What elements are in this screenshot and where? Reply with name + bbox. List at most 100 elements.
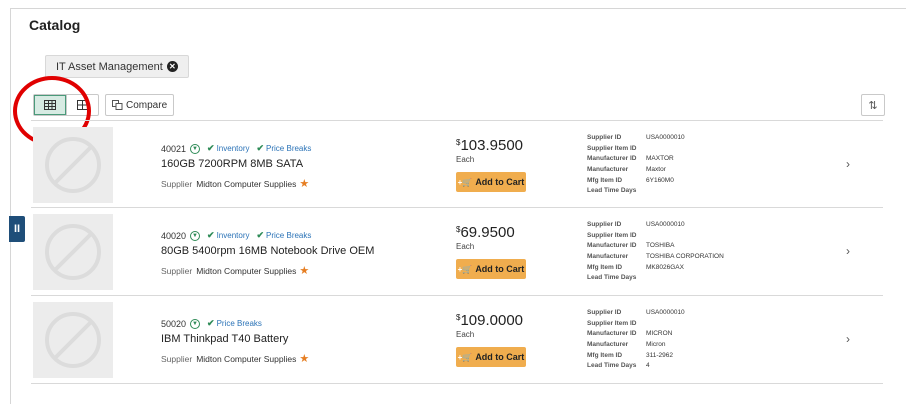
- spec-label: Lead Time Days: [587, 274, 637, 282]
- no-image-placeholder-icon: [33, 127, 113, 203]
- tag-price-breaks[interactable]: ✔ Price Breaks: [256, 230, 311, 241]
- spec-value: USA0000010: [646, 221, 685, 228]
- item-id: 50020: [161, 318, 187, 329]
- check-icon: ✔: [256, 230, 265, 240]
- spec-label: Manufacturer: [587, 253, 629, 261]
- add-to-cart-button[interactable]: +🛒 Add to Cart: [456, 172, 526, 192]
- spec-value: 4: [646, 362, 650, 370]
- spec-label: Supplier Item ID: [587, 144, 637, 152]
- item-description[interactable]: 80GB 5400rpm 16MB Notebook Drive OEM: [161, 245, 374, 257]
- catalog-item-list: 40021 ▼ ✔ Inventory ✔ Price Breaks 160GB 7…: [31, 120, 883, 384]
- currency-symbol: $: [456, 313, 461, 322]
- check-icon: ✔: [207, 318, 215, 328]
- price-amount: 69.9500: [460, 224, 515, 241]
- compare-button[interactable]: Compare: [105, 94, 175, 116]
- tag-inventory[interactable]: ✔ Inventory: [207, 230, 249, 241]
- page-title: Catalog: [29, 17, 81, 33]
- spec-value: MAXTOR: [646, 155, 674, 163]
- content-frame-top: [10, 8, 906, 9]
- spec-label: Supplier ID: [587, 134, 622, 141]
- list-item[interactable]: 40021 ▼ ✔ Inventory ✔ Price Breaks 160GB 7…: [31, 120, 883, 208]
- tag-label: Price Breaks: [266, 144, 312, 153]
- supplier-name: Midton Computer Supplies: [196, 179, 297, 189]
- preferred-star-icon: ★: [299, 178, 310, 190]
- item-price: $109.0000: [456, 312, 523, 330]
- spec-label: Manufacturer: [587, 166, 629, 174]
- price-amount: 103.9500: [460, 137, 524, 154]
- sort-icon: ⇅: [868, 99, 878, 112]
- item-description[interactable]: 160GB 7200RPM 8MB SATA: [161, 158, 303, 170]
- spec-value: 311-2962: [646, 351, 673, 359]
- item-id: 40021: [161, 143, 187, 154]
- price-amount: 109.0000: [460, 312, 524, 329]
- tag-price-breaks[interactable]: ✔ Price Breaks: [207, 318, 262, 329]
- item-specs: Supplier ID USA0000010 Supplier Item ID M…: [587, 133, 685, 197]
- content-frame-left: [10, 8, 11, 404]
- item-header: 40020 ▼ ✔ Inventory ✔ Price Breaks: [161, 230, 311, 241]
- unit-of-measure: Each: [456, 330, 475, 339]
- unit-of-measure: Each: [456, 155, 475, 164]
- supplier-label: Supplier: [161, 179, 193, 189]
- spec-label: Lead Time Days: [587, 362, 637, 370]
- chevron-right-icon[interactable]: ›: [846, 244, 850, 258]
- spec-value: TOSHIBA: [646, 242, 675, 250]
- expand-chevron-icon[interactable]: ▼: [190, 230, 201, 241]
- add-to-cart-label: Add to Cart: [475, 264, 525, 274]
- tag-label: Price Breaks: [266, 231, 312, 240]
- spec-label: Lead Time Days: [587, 187, 637, 195]
- filter-chip-it-asset-management[interactable]: IT Asset Management ✕: [45, 55, 189, 78]
- preferred-star-icon: ★: [299, 353, 310, 365]
- list-item[interactable]: 50020 ▼ ✔ Price Breaks IBM Thinkpad T40 B…: [31, 296, 883, 384]
- currency-symbol: $: [456, 138, 461, 147]
- expand-chevron-icon[interactable]: ▼: [190, 143, 201, 154]
- no-image-placeholder-icon: [33, 214, 113, 290]
- item-specs: Supplier ID USA0000010 Supplier Item ID M…: [587, 220, 724, 284]
- spec-value: Maxtor: [646, 166, 666, 174]
- add-to-cart-button[interactable]: +🛒 Add to Cart: [456, 347, 526, 367]
- item-supplier: Supplier Midton Computer Supplies ★: [161, 177, 309, 190]
- expand-chevron-icon[interactable]: ▼: [190, 318, 201, 329]
- spec-value: MK8026GAX: [646, 263, 684, 271]
- item-specs: Supplier ID USA0000010 Supplier Item ID M…: [587, 308, 685, 372]
- item-price: $103.9500: [456, 137, 523, 155]
- list-item[interactable]: 40020 ▼ ✔ Inventory ✔ Price Breaks 80GB 54…: [31, 208, 883, 296]
- item-supplier: Supplier Midton Computer Supplies ★: [161, 352, 309, 365]
- spec-label: Manufacturer: [587, 341, 629, 349]
- cart-icon: +🛒: [457, 352, 473, 362]
- add-to-cart-label: Add to Cart: [475, 352, 525, 362]
- tag-label: Price Breaks: [216, 319, 262, 328]
- add-to-cart-label: Add to Cart: [475, 177, 525, 187]
- tag-label: Inventory: [216, 144, 250, 153]
- spec-label: Manufacturer ID: [587, 155, 637, 163]
- collapse-panel-tab[interactable]: II: [9, 216, 25, 242]
- spec-label: Mfg Item ID: [587, 263, 623, 271]
- tag-inventory[interactable]: ✔ Inventory: [207, 143, 249, 154]
- spec-value: USA0000010: [646, 309, 685, 316]
- spec-label: Supplier Item ID: [587, 231, 637, 239]
- tag-price-breaks[interactable]: ✔ Price Breaks: [256, 143, 311, 154]
- close-circle-icon[interactable]: ✕: [166, 61, 178, 72]
- chevron-right-icon[interactable]: ›: [846, 157, 850, 171]
- item-supplier: Supplier Midton Computer Supplies ★: [161, 264, 309, 277]
- unit-of-measure: Each: [456, 242, 475, 251]
- item-id: 40020: [161, 230, 187, 241]
- no-image-placeholder-icon: [33, 302, 113, 378]
- item-header: 50020 ▼ ✔ Price Breaks: [161, 318, 262, 329]
- spec-value: 6Y160M0: [646, 176, 674, 184]
- pause-bars-icon: II: [13, 223, 21, 235]
- spec-value: TOSHIBA CORPORATION: [646, 253, 724, 261]
- spec-value: USA0000010: [646, 134, 685, 141]
- spec-value: Micron: [646, 341, 666, 349]
- cart-icon: +🛒: [457, 264, 473, 274]
- preferred-star-icon: ★: [299, 265, 310, 277]
- chevron-right-icon[interactable]: ›: [846, 332, 850, 346]
- spec-label: Manufacturer ID: [587, 242, 637, 250]
- item-description[interactable]: IBM Thinkpad T40 Battery: [161, 333, 288, 345]
- compare-icon: [112, 100, 123, 110]
- spec-label: Mfg Item ID: [587, 176, 623, 184]
- add-to-cart-button[interactable]: +🛒 Add to Cart: [456, 259, 526, 279]
- spec-label: Supplier ID: [587, 309, 622, 316]
- spec-label: Manufacturer ID: [587, 330, 637, 338]
- sort-button[interactable]: ⇅: [861, 94, 885, 116]
- check-icon: ✔: [207, 143, 215, 153]
